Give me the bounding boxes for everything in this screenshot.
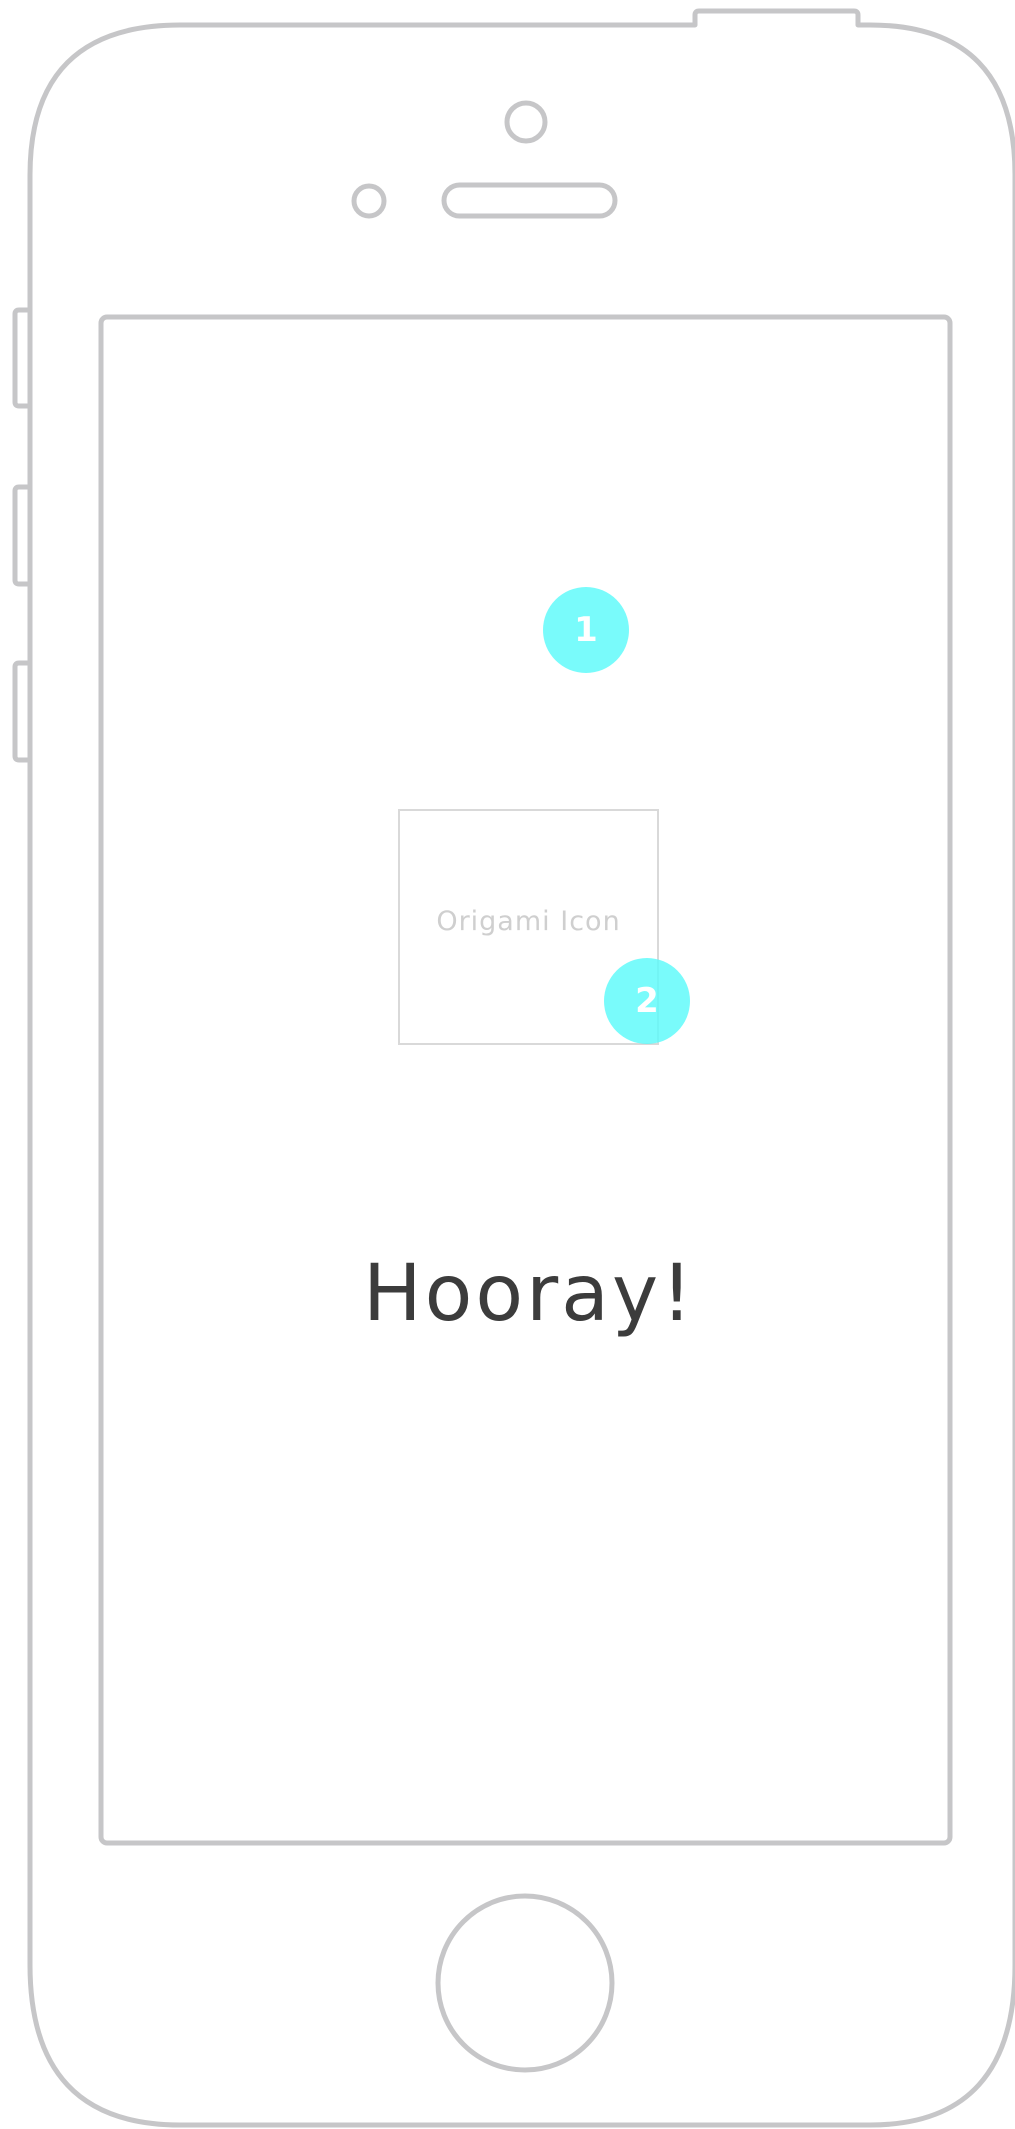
proximity-sensor — [351, 183, 387, 219]
annotation-marker-1: 1 — [543, 587, 629, 673]
front-camera — [504, 100, 548, 144]
hooray-headline: Hooray! — [363, 1249, 696, 1339]
icon-placeholder-label: Origami Icon — [436, 905, 621, 937]
annotation-marker-2: 2 — [604, 958, 690, 1044]
home-button — [435, 1893, 615, 2073]
app-screen: Origami Icon Hooray! — [101, 317, 950, 1843]
earpiece-speaker — [441, 182, 618, 219]
